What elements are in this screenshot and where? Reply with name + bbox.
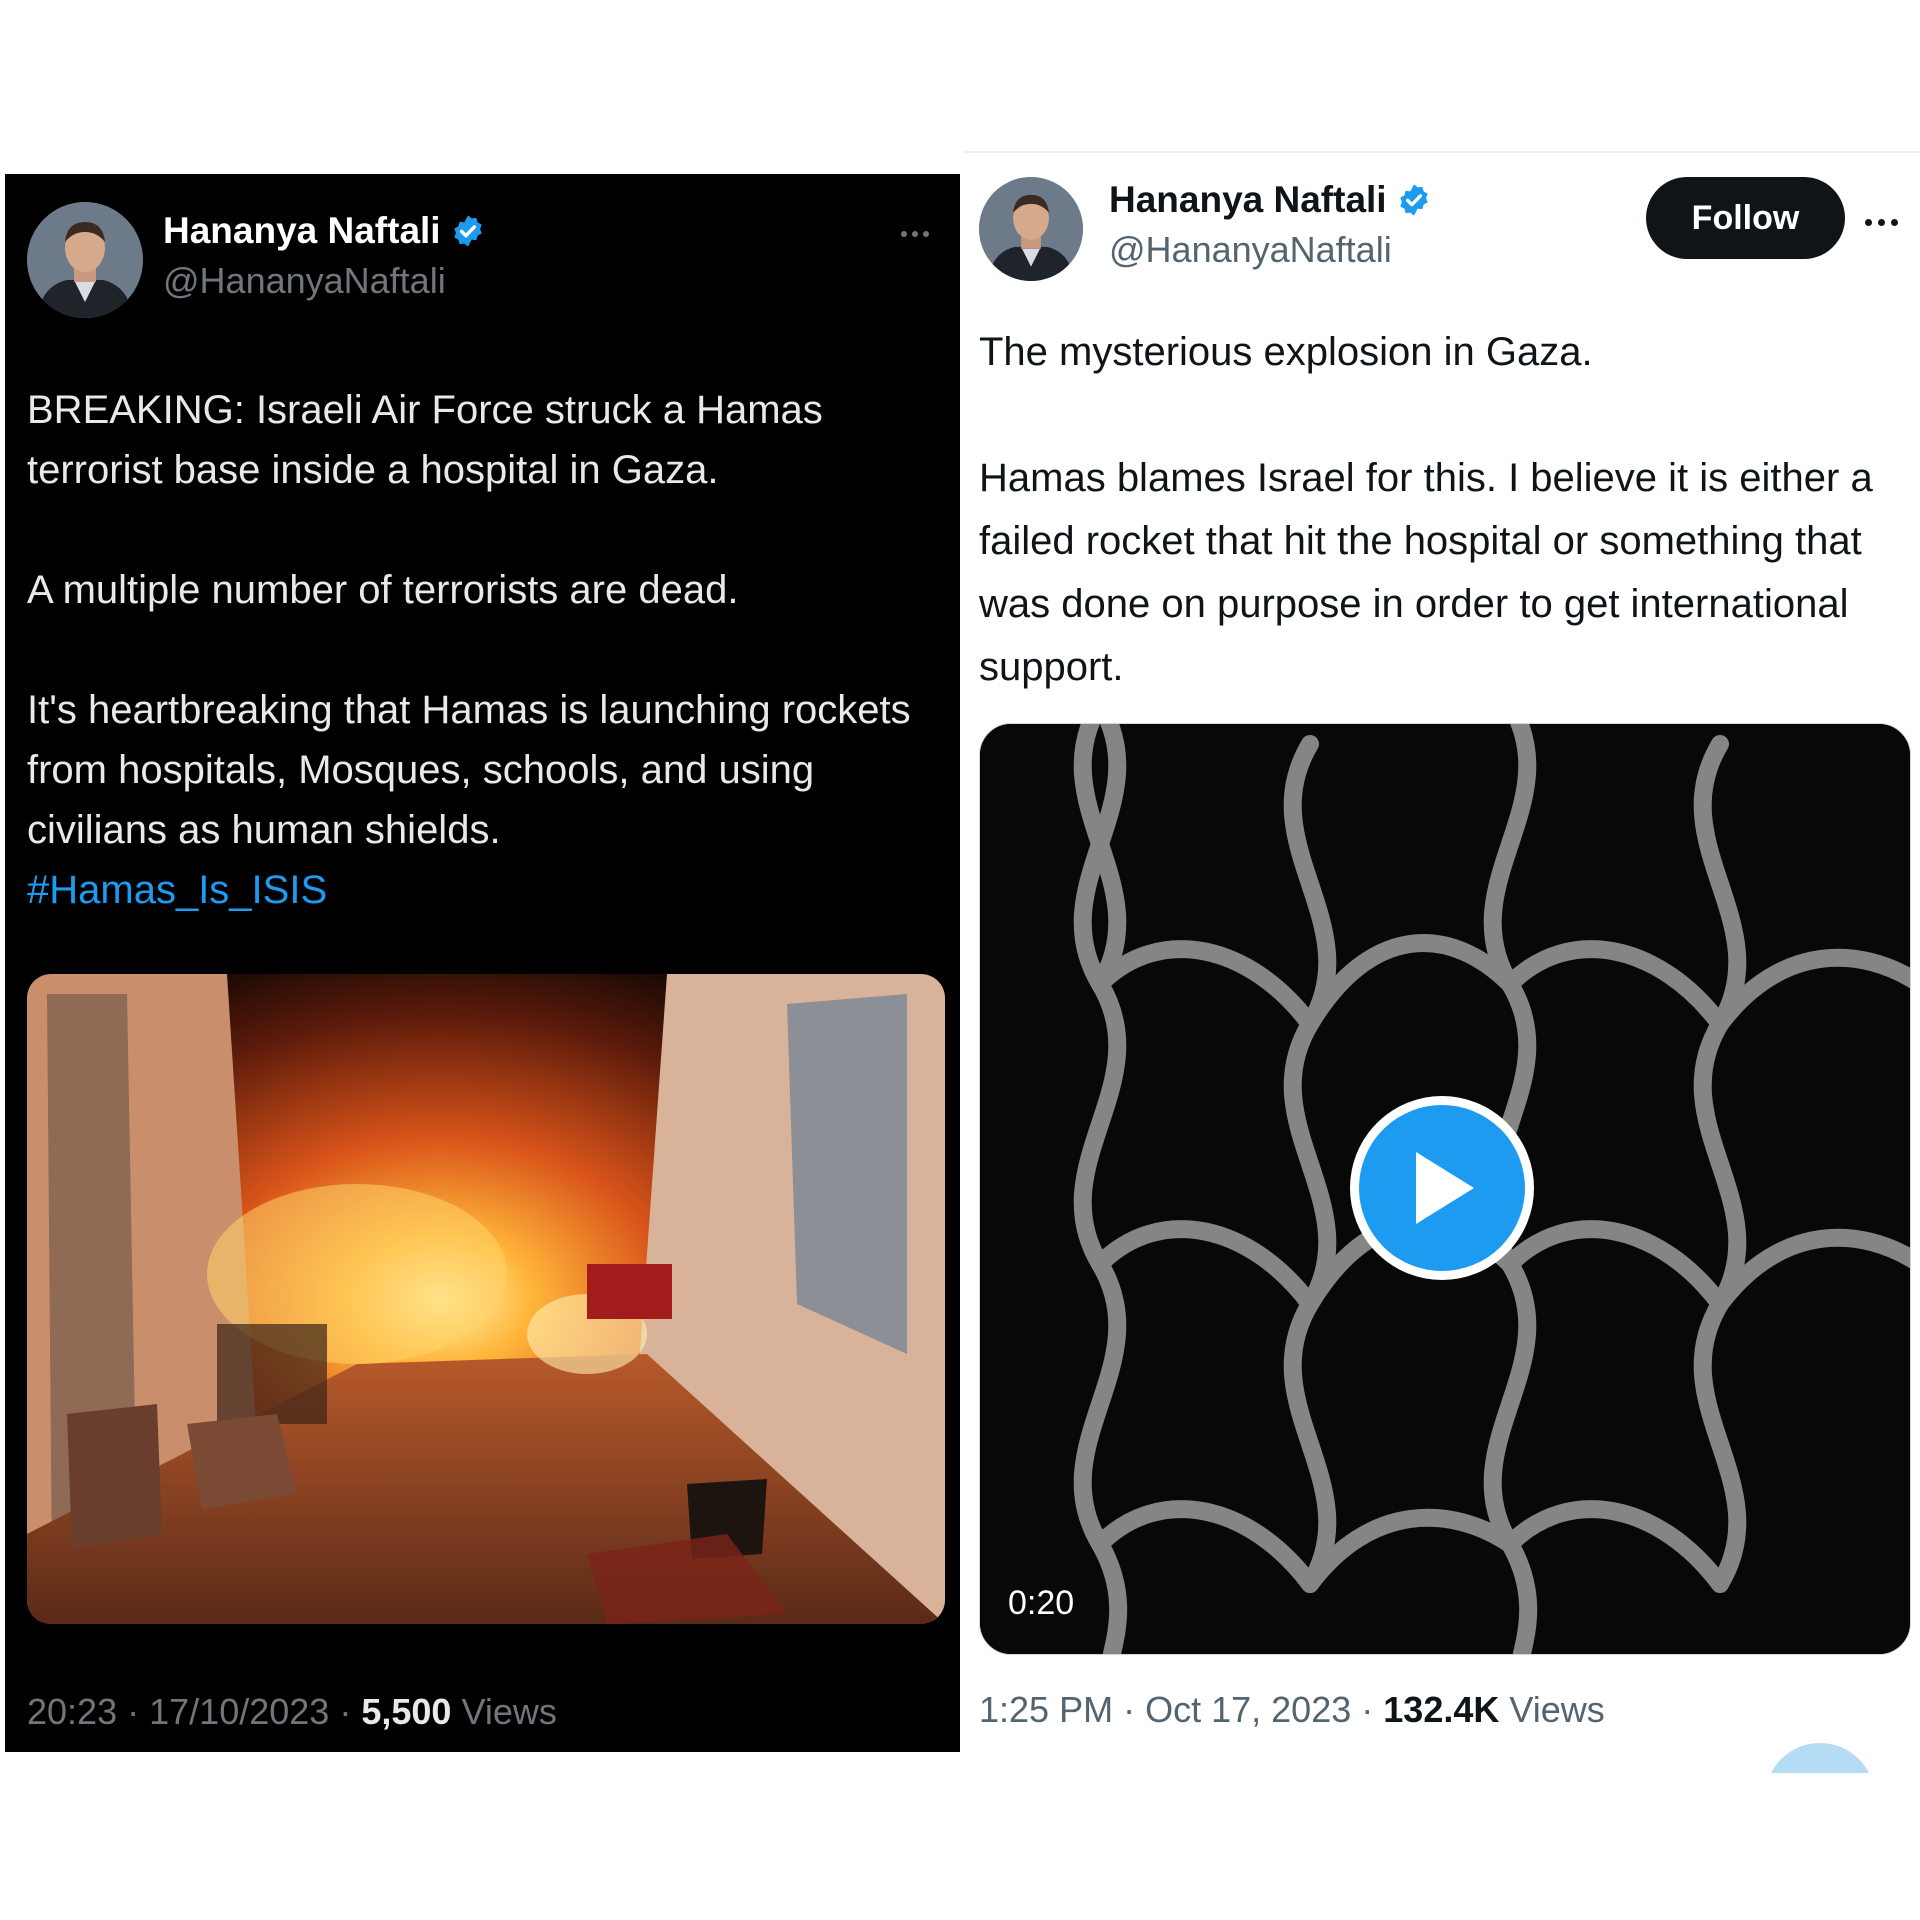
tweet-date[interactable]: 17/10/2023: [149, 1691, 329, 1732]
tweet-paragraph: Hamas blames Israel for this. I believe …: [979, 456, 1873, 689]
tweet-paragraph: It's heartbreaking that Hamas is launchi…: [27, 688, 911, 852]
play-icon: [1416, 1152, 1474, 1224]
tweet-time[interactable]: 1:25 PM: [979, 1689, 1113, 1730]
left-tweet-card: Hananya Naftali @HananyaNaftali BREAKING…: [5, 174, 960, 1752]
views-count: 132.4K: [1383, 1689, 1500, 1730]
author-handle[interactable]: @HananyaNaftali: [163, 260, 446, 302]
tweet-meta: 1:25 PM · Oct 17, 2023 · 132.4K Views: [979, 1689, 1605, 1730]
author-name-text[interactable]: Hananya Naftali: [163, 210, 441, 252]
author-name[interactable]: Hananya Naftali: [163, 210, 485, 252]
tweet-text: BREAKING: Israeli Air Force struck a Ham…: [27, 380, 952, 920]
tweet-paragraph: A multiple number of terrorists are dead…: [27, 568, 739, 612]
tweet-text: The mysterious explosion in Gaza. Hamas …: [979, 321, 1909, 699]
verified-badge-icon: [1399, 184, 1428, 216]
avatar[interactable]: [27, 202, 143, 318]
tweet-date[interactable]: Oct 17, 2023: [1145, 1689, 1351, 1730]
more-options-ellipsis-icon[interactable]: [1865, 215, 1905, 229]
author-name[interactable]: Hananya Naftali: [1109, 179, 1431, 221]
right-tweet-card: Hananya Naftali @HananyaNaftali Follow T…: [965, 153, 1920, 1773]
play-button[interactable]: [1350, 1096, 1534, 1280]
floating-action-button[interactable]: [1765, 1743, 1875, 1773]
views-label: Views: [1509, 1689, 1605, 1730]
author-name-text[interactable]: Hananya Naftali: [1109, 179, 1387, 221]
more-options-ellipsis-icon[interactable]: [901, 224, 945, 244]
verified-badge-icon: [453, 215, 482, 247]
views-label: Views: [461, 1691, 557, 1732]
hashtag-link[interactable]: #Hamas_Is_ISIS: [27, 860, 952, 920]
follow-button[interactable]: Follow: [1646, 177, 1845, 259]
video-duration: 0:20: [1008, 1584, 1075, 1622]
views-count: 5,500: [361, 1691, 452, 1732]
tweet-meta: 20:23 · 17/10/2023 · 5,500 Views: [27, 1691, 557, 1732]
tweet-paragraph: BREAKING: Israeli Air Force struck a Ham…: [27, 388, 823, 492]
tweet-video[interactable]: 0:20: [979, 723, 1911, 1655]
author-handle[interactable]: @HananyaNaftali: [1109, 229, 1392, 271]
avatar[interactable]: [979, 177, 1083, 281]
tweet-photo[interactable]: [27, 974, 945, 1624]
tweet-time[interactable]: 20:23: [27, 1691, 117, 1732]
tweet-paragraph: The mysterious explosion in Gaza.: [979, 330, 1593, 374]
